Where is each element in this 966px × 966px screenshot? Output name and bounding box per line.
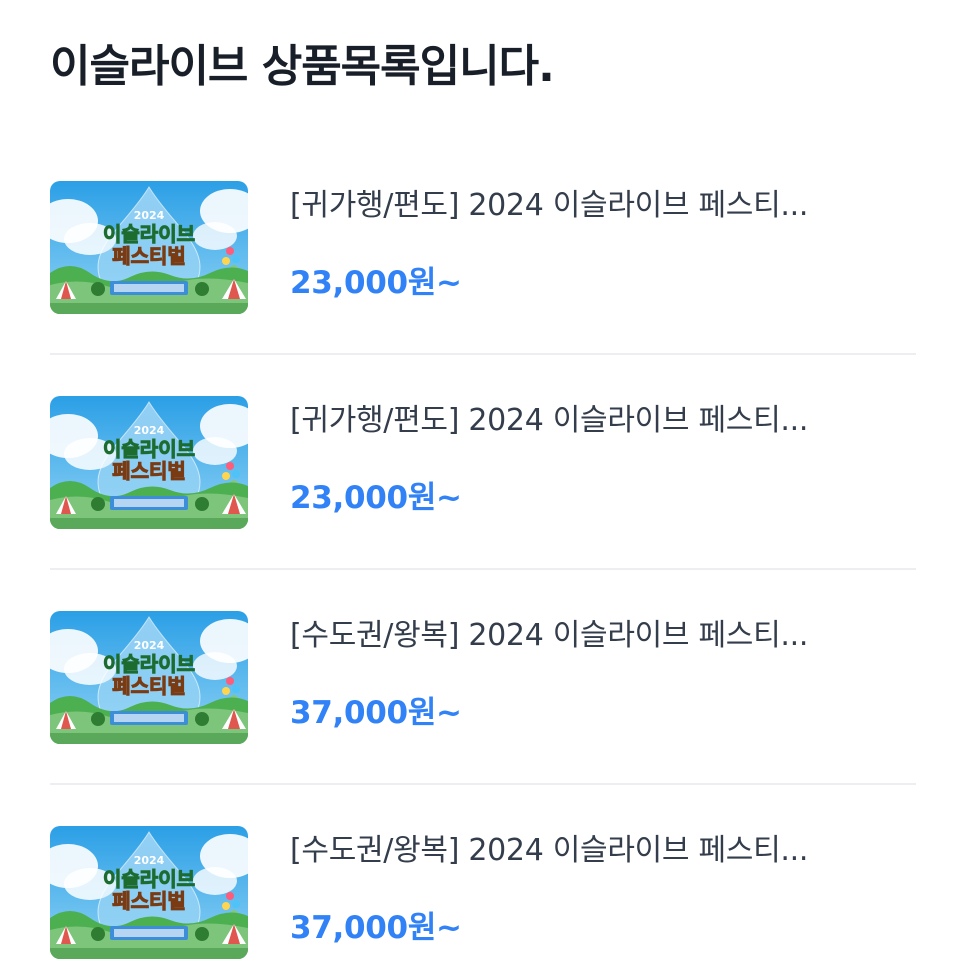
svg-text:페스티벌: 페스티벌 <box>112 244 186 268</box>
svg-text:2024: 2024 <box>134 209 165 222</box>
svg-text:이슬라이브: 이슬라이브 <box>103 437 195 461</box>
product-item[interactable]: 2024 이슬라이브 페스티벌 [귀가행/편도] 2024 이슬라이브 페스티...… <box>50 355 916 570</box>
product-price: 37,000원~ <box>290 695 462 731</box>
svg-text:페스티벌: 페스티벌 <box>112 459 186 483</box>
page-title: 이슬라이브 상품목록입니다. <box>50 41 555 92</box>
product-thumbnail: 2024 이슬라이브 페스티벌 <box>50 611 248 744</box>
product-thumbnail: 2024 이슬라이브 페스티벌 <box>50 826 248 959</box>
product-price: 37,000원~ <box>290 910 462 946</box>
product-price: 23,000원~ <box>290 265 462 301</box>
svg-text:이슬라이브: 이슬라이브 <box>103 222 195 246</box>
product-thumbnail: 2024 이슬라이브 페스티벌 <box>50 181 248 314</box>
product-name: [귀가행/편도] 2024 이슬라이브 페스티... <box>290 403 809 438</box>
product-list: 2024 이슬라이브 페스티벌 [귀가행/편도] 2024 이슬라이브 페스티...… <box>50 140 916 966</box>
product-item[interactable]: 2024 이슬라이브 페스티벌 [귀가행/편도] 2024 이슬라이브 페스티...… <box>50 140 916 355</box>
svg-text:이슬라이브: 이슬라이브 <box>103 652 195 676</box>
svg-text:이슬라이브: 이슬라이브 <box>103 867 195 891</box>
product-item[interactable]: 2024 이슬라이브 페스티벌 [수도권/왕복] 2024 이슬라이브 페스티...… <box>50 570 916 785</box>
svg-text:2024: 2024 <box>134 424 165 437</box>
svg-text:페스티벌: 페스티벌 <box>112 674 186 698</box>
product-thumbnail: 2024 이슬라이브 페스티벌 <box>50 396 248 529</box>
svg-text:페스티벌: 페스티벌 <box>112 889 186 913</box>
product-item[interactable]: 2024 이슬라이브 페스티벌 [수도권/왕복] 2024 이슬라이브 페스티...… <box>50 785 916 966</box>
page: 이슬라이브 상품목록입니다. 2024 이슬라이브 페스티벌 [귀가행/편도] 20… <box>0 0 966 966</box>
product-name: [수도권/왕복] 2024 이슬라이브 페스티... <box>290 618 809 653</box>
product-price: 23,000원~ <box>290 480 462 516</box>
svg-text:2024: 2024 <box>134 639 165 652</box>
product-name: [수도권/왕복] 2024 이슬라이브 페스티... <box>290 833 809 868</box>
product-name: [귀가행/편도] 2024 이슬라이브 페스티... <box>290 188 809 223</box>
svg-text:2024: 2024 <box>134 854 165 867</box>
